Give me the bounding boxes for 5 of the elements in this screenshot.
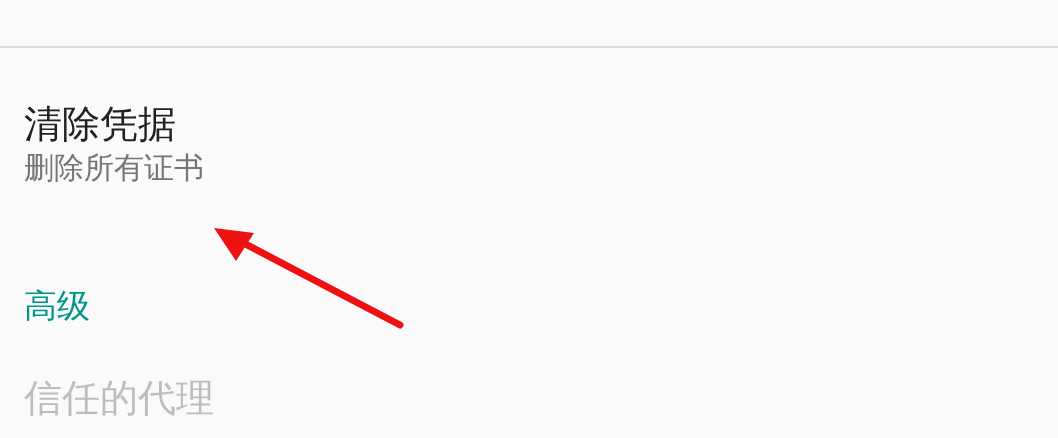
preference-title: 信任的代理 [24,375,214,422]
category-header: 高级 [23,285,91,327]
preference-item[interactable]: 清除凭据 删除所有证书 [0,48,1058,188]
preference-title: 清除凭据 [24,101,176,148]
preference-summary: 删除所有证书 [24,149,204,187]
